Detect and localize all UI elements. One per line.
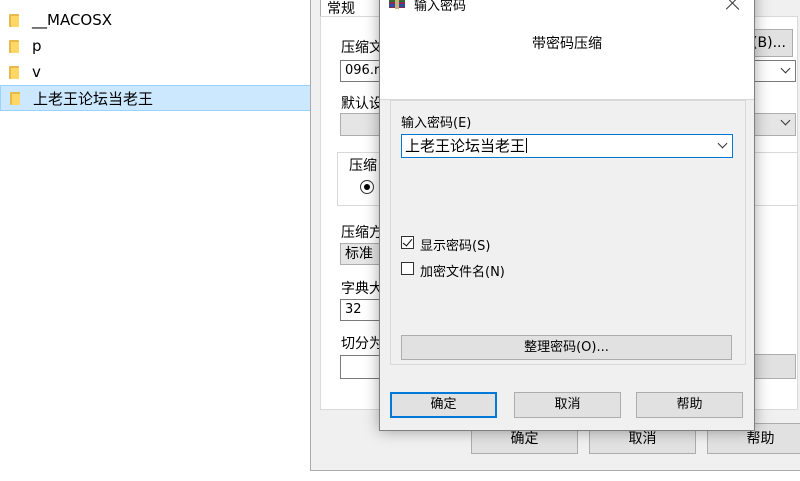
organize-passwords-button[interactable]: 整理密码(O)... bbox=[401, 335, 732, 360]
archive-name-label: 压缩文 bbox=[341, 40, 383, 56]
folder-icon bbox=[9, 39, 19, 53]
list-item-label: 上老王论坛当老王 bbox=[33, 89, 154, 108]
tab-general[interactable]: 常规 bbox=[320, 0, 386, 17]
folder-icon bbox=[10, 91, 20, 105]
folder-icon bbox=[9, 13, 19, 27]
winrar-icon bbox=[389, 0, 405, 9]
list-item-label: v bbox=[32, 63, 41, 81]
text-caret bbox=[526, 138, 528, 153]
list-item-label: __MACOSX bbox=[32, 11, 113, 29]
show-password-checkbox[interactable] bbox=[401, 236, 414, 249]
checkmark-icon bbox=[402, 236, 413, 247]
list-item-label: p bbox=[32, 37, 42, 55]
password-label: 输入密码(E) bbox=[401, 116, 472, 131]
split-label: 切分为 bbox=[341, 336, 383, 352]
folder-icon bbox=[9, 65, 19, 79]
dialog-title: 输入密码 bbox=[414, 0, 467, 14]
cancel-button[interactable]: 取消 bbox=[514, 392, 621, 418]
password-dialog: 输入密码 带密码压缩 输入密码(E) 上老王论坛当老王 显示密码(S) 加密文件… bbox=[379, 0, 755, 431]
list-item-p[interactable]: p bbox=[0, 33, 311, 59]
password-value: 上老王论坛当老王 bbox=[405, 137, 526, 155]
split-button[interactable] bbox=[753, 354, 796, 379]
ok-button[interactable]: 确定 bbox=[390, 392, 497, 418]
encrypt-filenames-checkbox[interactable] bbox=[401, 262, 414, 275]
help-button[interactable]: 帮助 bbox=[636, 392, 743, 418]
show-password-label[interactable]: 显示密码(S) bbox=[420, 235, 490, 254]
encrypt-filenames-label[interactable]: 加密文件名(N) bbox=[420, 261, 505, 280]
list-item-v[interactable]: v bbox=[0, 59, 311, 85]
list-item-selected-folder[interactable]: 上老王论坛当老王 bbox=[0, 85, 311, 111]
close-icon[interactable] bbox=[724, 0, 742, 12]
format-radio[interactable] bbox=[360, 180, 374, 194]
default-profile-label: 默认设 bbox=[341, 96, 383, 112]
list-item-macosx[interactable]: __MACOSX bbox=[0, 7, 311, 33]
title-bar[interactable]: 输入密码 bbox=[380, 0, 754, 15]
password-input[interactable]: 上老王论坛当老王 bbox=[401, 134, 733, 158]
dialog-heading: 带密码压缩 bbox=[532, 36, 602, 52]
dictionary-label: 字典大 bbox=[341, 281, 383, 297]
header-band bbox=[380, 15, 754, 100]
format-group-label: 压缩 bbox=[347, 155, 379, 175]
method-label: 压缩方 bbox=[341, 225, 383, 241]
